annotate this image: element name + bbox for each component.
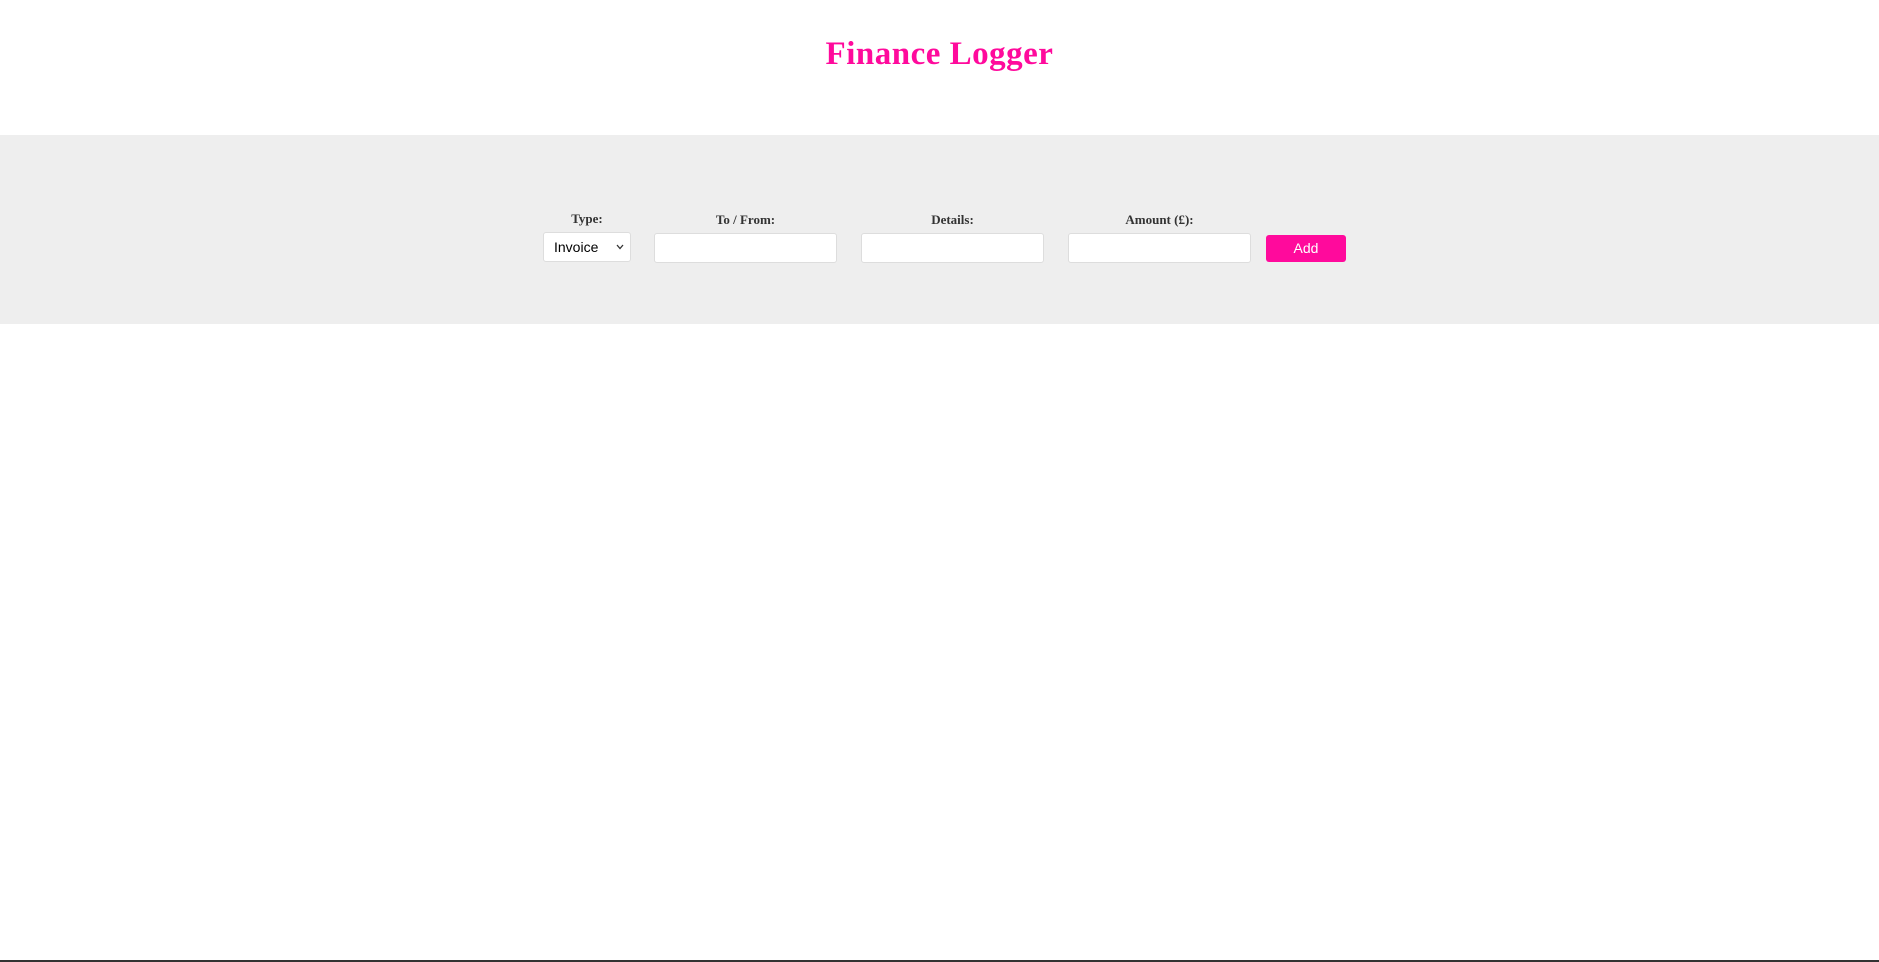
amount-field: Amount (£): bbox=[1068, 212, 1251, 263]
page-title: Finance Logger bbox=[825, 36, 1054, 72]
amount-input[interactable] bbox=[1068, 233, 1251, 263]
details-label: Details: bbox=[931, 212, 974, 227]
to-from-label: To / From: bbox=[715, 212, 776, 227]
chevron-down-icon bbox=[616, 244, 624, 250]
type-select-value: Invoice bbox=[554, 239, 599, 255]
type-field: Type: Invoice bbox=[543, 211, 631, 262]
to-from-field: To / From: bbox=[654, 212, 837, 263]
page: Finance Logger Type: Invoice To / From: … bbox=[0, 0, 1879, 962]
to-from-input[interactable] bbox=[654, 233, 837, 263]
type-select[interactable]: Invoice bbox=[543, 232, 631, 262]
type-label: Type: bbox=[571, 211, 603, 226]
amount-label: Amount (£): bbox=[1125, 212, 1194, 227]
add-button[interactable]: Add bbox=[1266, 235, 1346, 262]
details-input[interactable] bbox=[861, 233, 1044, 263]
details-field: Details: bbox=[861, 212, 1044, 263]
